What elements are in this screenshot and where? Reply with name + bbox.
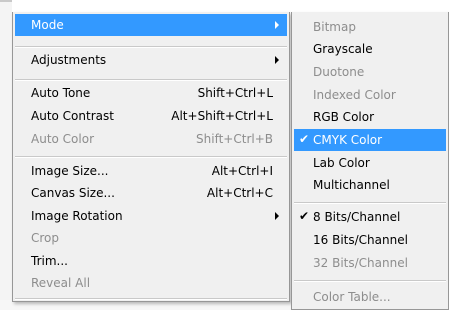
submenu-item-lab-color[interactable]: Lab Color (294, 152, 446, 174)
menu-item-shortcut: Shift+Ctrl+B (196, 132, 273, 146)
menu-item-label: 32 Bits/Channel (313, 256, 408, 270)
menu-item-label: Auto Tone (31, 86, 91, 100)
menu-item-label: Crop (31, 231, 60, 245)
menu-item-label: Canvas Size... (31, 186, 115, 200)
menu-separator (294, 202, 446, 204)
menu-item-shortcut: Alt+Ctrl+C (206, 186, 273, 200)
menu-item-label: Image Size... (31, 164, 109, 178)
menu-item-label: 8 Bits/Channel (313, 210, 401, 224)
mode-submenu: Bitmap Grayscale Duotone Indexed Color R… (291, 12, 449, 310)
menu-item-image-rotation[interactable]: Image Rotation (15, 205, 287, 227)
menu-separator (15, 46, 287, 48)
menu-item-label: Duotone (313, 65, 365, 79)
menu-item-label: Trim... (31, 254, 68, 268)
menu-separator (15, 79, 287, 81)
menu-item-trim[interactable]: Trim... (15, 250, 287, 272)
submenu-item-indexed-color[interactable]: Indexed Color (294, 84, 446, 106)
menu-item-label: Indexed Color (313, 88, 396, 102)
background-image (0, 0, 12, 310)
menu-item-label: Adjustments (31, 53, 107, 67)
menu-item-reveal-all[interactable]: Reveal All (15, 272, 287, 294)
submenu-item-bitmap[interactable]: Bitmap (294, 16, 446, 38)
menu-item-canvas-size[interactable]: Canvas Size... Alt+Ctrl+C (15, 182, 287, 204)
checkmark-icon: ✔ (299, 132, 310, 146)
menu-item-crop[interactable]: Crop (15, 227, 287, 249)
menu-item-label: Mode (31, 18, 64, 32)
submenu-item-cmyk-color[interactable]: ✔ CMYK Color (294, 129, 446, 151)
menu-item-image-size[interactable]: Image Size... Alt+Ctrl+I (15, 160, 287, 182)
menu-item-label: Auto Color (31, 132, 95, 146)
menu-separator (15, 298, 287, 300)
menu-item-mode[interactable]: Mode (15, 14, 287, 36)
menu-separator (294, 280, 446, 282)
menu-item-shortcut: Shift+Ctrl+L (197, 86, 273, 100)
menu-separator (15, 156, 287, 158)
menu-item-auto-color[interactable]: Auto Color Shift+Ctrl+B (15, 128, 287, 150)
menu-item-label: 16 Bits/Channel (313, 233, 408, 247)
menu-item-label: Color Table... (313, 290, 391, 304)
menu-item-label: Image Rotation (31, 209, 123, 223)
submenu-item-rgb-color[interactable]: RGB Color (294, 106, 446, 128)
menu-item-label: Bitmap (313, 20, 356, 34)
submenu-item-32-bits[interactable]: 32 Bits/Channel (294, 252, 446, 274)
checkmark-icon: ✔ (299, 209, 310, 223)
submenu-item-grayscale[interactable]: Grayscale (294, 38, 446, 60)
menu-item-shortcut: Alt+Shift+Ctrl+L (171, 109, 273, 123)
menu-item-shortcut: Alt+Ctrl+I (211, 164, 273, 178)
submenu-item-color-table[interactable]: Color Table... (294, 286, 446, 308)
submenu-item-duotone[interactable]: Duotone (294, 61, 446, 83)
menu-item-label: RGB Color (313, 110, 375, 124)
menu-item-adjustments[interactable]: Adjustments (15, 49, 287, 71)
submenu-item-multichannel[interactable]: Multichannel (294, 174, 446, 196)
menu-item-auto-tone[interactable]: Auto Tone Shift+Ctrl+L (15, 82, 287, 104)
menu-item-label: Multichannel (313, 178, 390, 192)
submenu-arrow-icon (275, 21, 279, 29)
submenu-arrow-icon (275, 56, 279, 64)
submenu-item-8-bits[interactable]: ✔ 8 Bits/Channel (294, 206, 446, 228)
menu-item-auto-contrast[interactable]: Auto Contrast Alt+Shift+Ctrl+L (15, 105, 287, 127)
menu-item-label: Reveal All (31, 276, 91, 290)
menu-item-label: Lab Color (313, 156, 370, 170)
submenu-arrow-icon (275, 212, 279, 220)
image-menu: Mode Adjustments Auto Tone Shift+Ctrl+L … (12, 12, 290, 302)
menu-item-label: CMYK Color (313, 133, 383, 147)
menu-item-label: Grayscale (313, 42, 373, 56)
menu-item-label: Auto Contrast (31, 109, 114, 123)
submenu-item-16-bits[interactable]: 16 Bits/Channel (294, 229, 446, 251)
